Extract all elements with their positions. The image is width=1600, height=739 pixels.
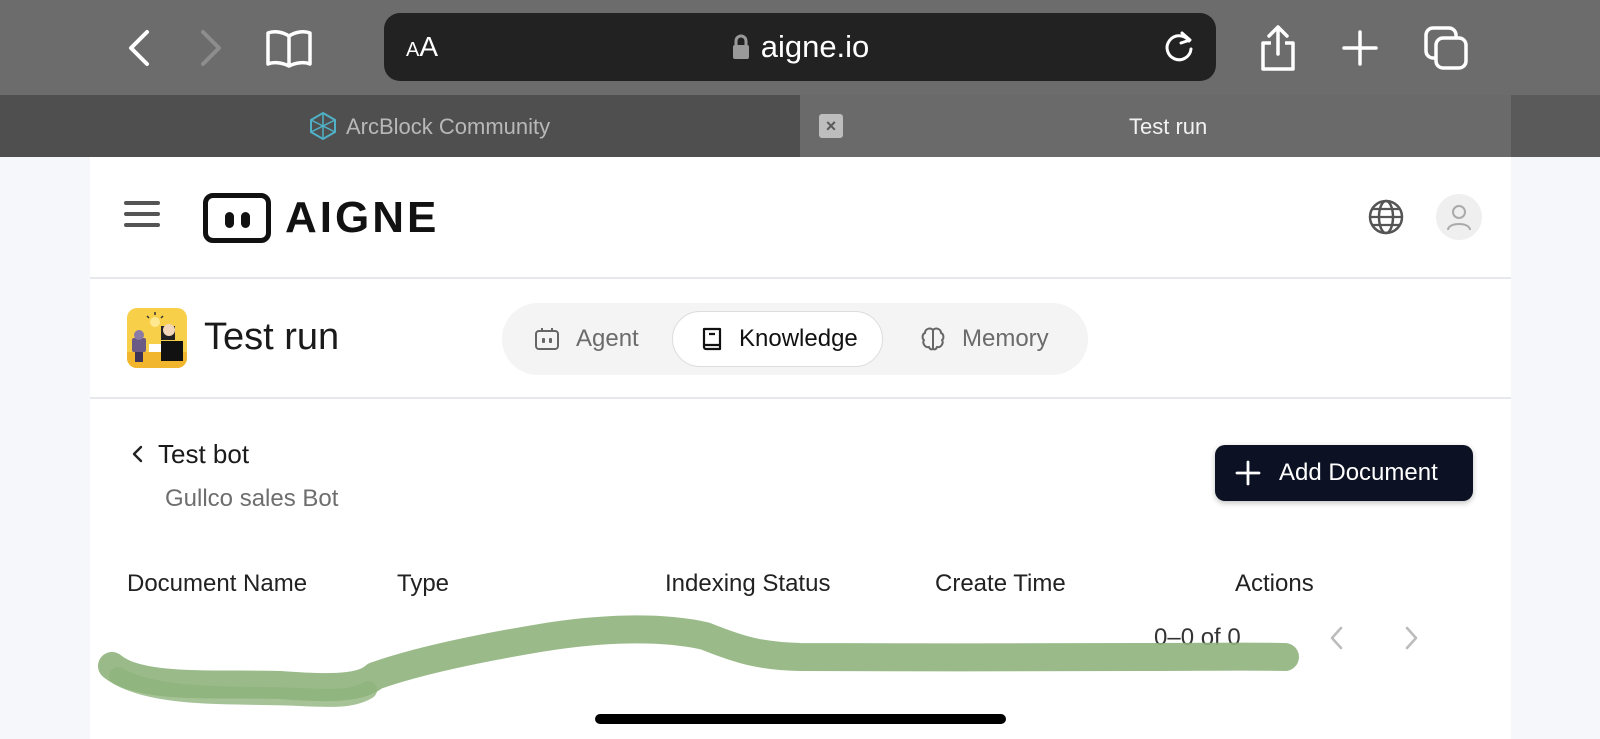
tab-memory[interactable]: Memory: [920, 311, 1049, 367]
add-document-button[interactable]: Add Document: [1215, 445, 1473, 501]
pagination-count: 0–0 of 0: [1154, 624, 1241, 651]
column-header-document-name[interactable]: Document Name: [127, 567, 307, 597]
tab-label: ArcBlock Community: [346, 114, 551, 139]
browser-tab-bar: ArcBlock Community × Test run: [0, 95, 1600, 157]
app-header: AIGNE: [90, 157, 1511, 279]
bookmarks-book-icon[interactable]: [261, 20, 317, 76]
tab-test-run[interactable]: × Test run: [800, 95, 1511, 157]
reload-icon[interactable]: [1162, 29, 1196, 70]
book-icon: [701, 326, 723, 352]
brain-icon: [920, 326, 946, 352]
column-header-type[interactable]: Type: [397, 567, 449, 597]
chevron-left-icon: [130, 444, 144, 464]
tabs-overview-icon[interactable]: [1418, 20, 1474, 76]
share-icon[interactable]: [1250, 20, 1306, 76]
back-arrow-icon[interactable]: [111, 20, 167, 76]
hamburger-menu-icon[interactable]: [124, 201, 160, 231]
tab-agent[interactable]: Agent: [534, 311, 639, 367]
bot-description: Gullco sales Bot: [165, 485, 339, 512]
lock-icon: [731, 32, 751, 68]
plus-icon: [1235, 460, 1261, 486]
forward-arrow-icon[interactable]: [183, 20, 239, 76]
tab-knowledge[interactable]: Knowledge: [672, 311, 883, 367]
arcblock-favicon-icon: [308, 111, 338, 146]
address-bar[interactable]: AA aigne.io: [384, 13, 1216, 81]
browser-toolbar: AA aigne.io: [0, 0, 1600, 95]
section-tabs: Agent Knowledge Memory: [502, 303, 1088, 375]
url-text: aigne.io: [760, 29, 870, 64]
tab-arcblock-community[interactable]: ArcBlock Community: [0, 95, 800, 157]
chevron-right-icon[interactable]: [1403, 624, 1421, 657]
new-tab-plus-icon[interactable]: [1332, 20, 1388, 76]
project-subheader: Test run Agent Knowledge Memory: [90, 279, 1511, 399]
documents-table-header: Document Name Type Indexing Status Creat…: [90, 561, 1511, 597]
back-to-bot-link[interactable]: Test bot: [130, 439, 249, 469]
globe-language-icon[interactable]: [1366, 197, 1406, 242]
bot-name: Test bot: [158, 439, 250, 469]
project-title: Test run: [204, 316, 340, 358]
column-header-indexing-status[interactable]: Indexing Status: [665, 567, 830, 597]
page-content: AIGNE Test run Agent Knowledge Memory Te…: [90, 157, 1511, 739]
tab-label: Test run: [1129, 114, 1208, 139]
project-avatar-icon: [127, 308, 187, 368]
chevron-left-icon[interactable]: [1327, 624, 1345, 657]
robot-icon: [534, 327, 560, 351]
logo-mark-icon: [203, 193, 271, 243]
aigne-logo[interactable]: AIGNE: [203, 193, 439, 243]
column-header-create-time[interactable]: Create Time: [935, 567, 1066, 597]
column-header-actions[interactable]: Actions: [1235, 567, 1314, 597]
close-tab-icon[interactable]: ×: [819, 114, 843, 138]
user-avatar-icon[interactable]: [1436, 194, 1482, 240]
home-indicator[interactable]: [595, 714, 1006, 724]
